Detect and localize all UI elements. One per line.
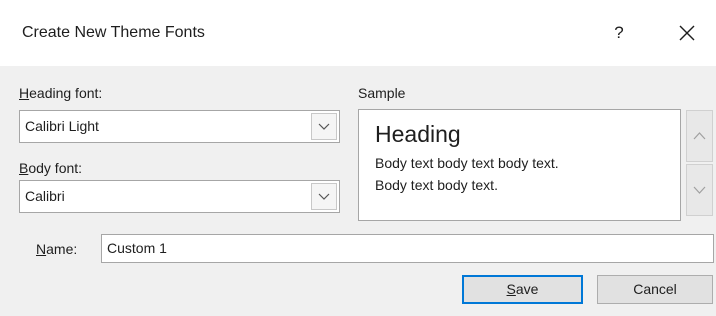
body-font-value: Calibri [25,188,65,204]
save-button[interactable]: Save [462,275,583,304]
save-label-text: ave [515,281,539,297]
dialog-title: Create New Theme Fonts [22,24,205,41]
body-font-combobox[interactable]: Calibri [19,180,340,213]
sample-scroll-up-button[interactable] [686,110,713,162]
chevron-down-icon [693,186,706,194]
save-accelerator: S [506,281,516,297]
chevron-down-icon [318,123,330,130]
name-label: Name: [36,241,77,257]
body-font-dropdown-button[interactable] [311,183,337,210]
sample-scroll-down-button[interactable] [686,164,713,216]
sample-body-line-1: Body text body text body text. [375,155,559,171]
sample-heading-text: Heading [375,121,461,147]
heading-font-label-text: eading font: [29,85,103,101]
heading-font-label: Heading font: [19,85,102,101]
heading-font-value: Calibri Light [25,118,99,134]
body-font-label: Body font: [19,160,82,176]
create-new-theme-fonts-dialog: Create New Theme Fonts ? Heading font: C… [0,0,716,316]
heading-font-accelerator: H [19,85,30,101]
name-label-text: ame: [46,241,78,257]
body-font-label-text: ody font: [28,160,83,176]
sample-body-line-2: Body text body text. [375,177,498,193]
sample-label: Sample [358,85,406,101]
chevron-down-icon [318,193,330,200]
title-bar: Create New Theme Fonts ? [0,0,716,66]
cancel-button[interactable]: Cancel [597,275,713,304]
close-icon[interactable] [675,21,699,45]
help-icon[interactable]: ? [607,21,631,45]
name-accelerator: N [36,241,47,257]
heading-font-combobox[interactable]: Calibri Light [19,110,340,143]
chevron-up-icon [693,132,706,140]
name-input[interactable] [107,240,697,256]
heading-font-dropdown-button[interactable] [311,113,337,140]
sample-preview: Heading Body text body text body text. B… [358,109,681,221]
name-field[interactable] [101,234,714,263]
body-font-accelerator: B [19,160,29,176]
